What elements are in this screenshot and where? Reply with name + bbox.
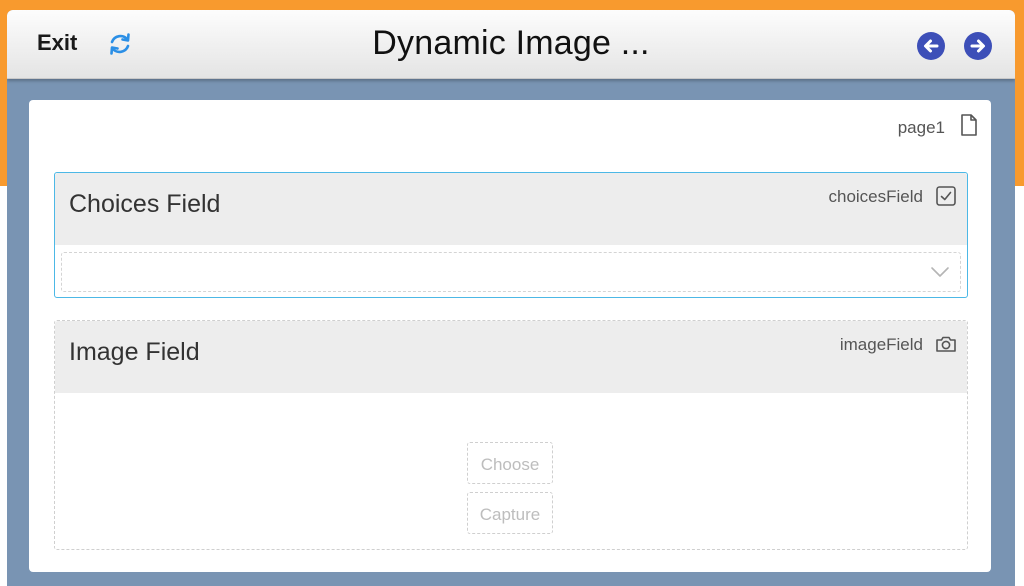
choices-field-name: choicesField [828, 187, 924, 206]
image-field-header: Image Field imageField [55, 321, 967, 393]
app-window: Exit Dynamic Image ... page1 Choices Fie… [7, 10, 1015, 586]
back-button[interactable] [917, 32, 945, 60]
title-bar: Exit Dynamic Image ... [7, 10, 1015, 79]
arrow-left-icon [924, 39, 939, 53]
choices-field-panel: Choices Field choicesField [54, 172, 968, 298]
page-name-label: page1 [897, 118, 945, 137]
choices-field-title: Choices Field [69, 190, 221, 218]
page-card: page1 Choices Field choicesField Image F… [29, 100, 991, 572]
forward-button[interactable] [964, 32, 992, 60]
choices-select[interactable] [61, 252, 961, 292]
document-icon [961, 114, 977, 136]
choose-button[interactable]: Choose [467, 442, 553, 484]
image-field-title: Image Field [69, 338, 200, 366]
image-field-name: imageField [839, 335, 923, 354]
image-field-panel: Image Field imageField Choose Capture [54, 320, 968, 550]
checkbox-icon [936, 186, 956, 206]
choices-field-header: Choices Field choicesField [55, 173, 967, 245]
capture-button[interactable]: Capture [467, 492, 553, 534]
chevron-down-icon [931, 267, 949, 277]
arrow-right-icon [970, 39, 985, 53]
app-title: Dynamic Image ... [372, 24, 650, 62]
camera-icon [936, 336, 956, 352]
